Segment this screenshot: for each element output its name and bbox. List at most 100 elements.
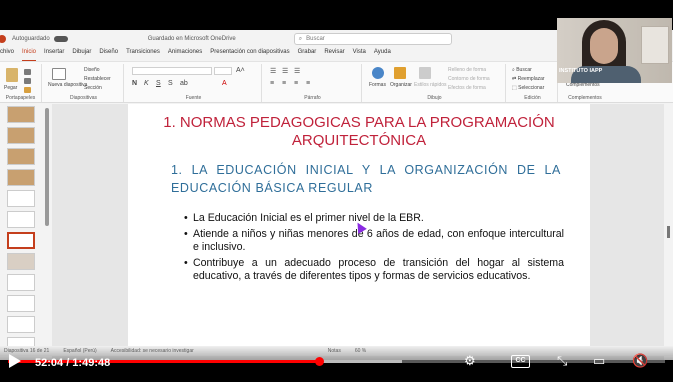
tab-transiciones[interactable]: Transiciones bbox=[126, 49, 160, 61]
play-icon[interactable] bbox=[9, 354, 21, 368]
slide-thumbnail[interactable] bbox=[7, 190, 35, 207]
select-label: Seleccionar bbox=[518, 85, 545, 91]
bullet-list[interactable]: La Educación Inicial es el primer nivel … bbox=[184, 212, 564, 286]
justify-icon[interactable]: ≡ bbox=[306, 80, 310, 87]
copy-icon[interactable] bbox=[24, 78, 31, 84]
slide-thumbnail[interactable] bbox=[7, 295, 35, 312]
slide-thumbnail[interactable] bbox=[7, 169, 35, 186]
video-player[interactable]: Autoguardado Guardado en Microsoft OneDr… bbox=[0, 0, 673, 382]
tab-dibujar[interactable]: Dibujar bbox=[72, 49, 91, 61]
document-name[interactable]: Guardado en Microsoft OneDrive bbox=[148, 36, 236, 42]
slide-thumbnail[interactable] bbox=[7, 211, 35, 228]
indent-icon[interactable]: ☰ bbox=[294, 67, 300, 75]
new-slide-icon[interactable] bbox=[52, 68, 66, 80]
grow-font-icon[interactable]: A˄ bbox=[236, 67, 245, 74]
align-center-icon[interactable]: ≡ bbox=[282, 80, 286, 87]
tab-inicio[interactable]: Inicio bbox=[22, 49, 37, 61]
strikethrough-icon[interactable]: ab bbox=[180, 80, 188, 87]
bold-icon[interactable]: N bbox=[132, 80, 137, 87]
section-button[interactable]: Sección bbox=[84, 85, 102, 91]
search-box[interactable]: ⌕ Buscar bbox=[293, 33, 452, 45]
powerpoint-logo-icon bbox=[0, 35, 6, 43]
tab-vista[interactable]: Vista bbox=[353, 49, 366, 61]
slide-subtitle[interactable]: 1. LA EDUCACIÓN INICIAL Y LA ORGANIZACIÓ… bbox=[171, 161, 561, 197]
tab-diseño[interactable]: Diseño bbox=[99, 49, 118, 61]
shapes-label: Formas bbox=[369, 82, 386, 88]
slide[interactable]: 1. NORMAS PEDAGOGICAS PARA LA PROGRAMACI… bbox=[128, 104, 590, 350]
webcam-overlay: INSTITUTO IAPP bbox=[557, 18, 672, 83]
miniplayer-icon[interactable]: ⤡ bbox=[557, 354, 567, 368]
align-right-icon[interactable]: ≡ bbox=[294, 80, 298, 87]
font-group: A˄ N K S S ab A Fuente bbox=[126, 64, 262, 102]
slide-thumbnail[interactable] bbox=[7, 106, 35, 123]
tab-chivo[interactable]: chivo bbox=[0, 49, 14, 61]
cut-icon[interactable] bbox=[24, 69, 31, 75]
bullet-item: Atiende a niños y niñas menores de 6 año… bbox=[184, 228, 564, 254]
font-name-dropdown[interactable] bbox=[132, 67, 212, 75]
tab-presentación-con-diapositivas[interactable]: Presentación con diapositivas bbox=[210, 49, 289, 61]
font-size-dropdown[interactable] bbox=[214, 67, 232, 75]
italic-icon[interactable]: K bbox=[144, 80, 149, 87]
shapes-icon[interactable] bbox=[372, 67, 384, 79]
editing-group: ⌕ Buscar ⇄ Reemplazar ⬚ Seleccionar Edic… bbox=[508, 64, 558, 102]
search-placeholder: Buscar bbox=[306, 36, 325, 42]
mute-icon[interactable]: 🔇 bbox=[632, 354, 648, 368]
slide-thumbnail[interactable] bbox=[7, 253, 35, 270]
group-label-paragraph: Párrafo bbox=[304, 95, 321, 101]
slide-scrollbar[interactable] bbox=[664, 104, 673, 360]
find-label: Buscar bbox=[516, 67, 532, 73]
webcam-shelf bbox=[641, 26, 669, 64]
replace-label: Reemplazar bbox=[517, 76, 545, 82]
group-label-editing: Edición bbox=[524, 95, 541, 101]
scrollbar-thumb[interactable] bbox=[667, 226, 670, 238]
group-label-addins: Complementos bbox=[568, 95, 602, 101]
underline-icon[interactable]: S bbox=[156, 80, 161, 87]
slide-thumbnail[interactable] bbox=[7, 232, 35, 249]
thumbnails-scrollbar[interactable] bbox=[45, 108, 49, 226]
tab-animaciones[interactable]: Animaciones bbox=[168, 49, 202, 61]
time-display: 52:04 / 1:49:48 bbox=[35, 357, 111, 369]
reset-button[interactable]: Restablecer bbox=[84, 76, 111, 82]
quick-styles-icon[interactable] bbox=[419, 67, 431, 79]
layout-button[interactable]: Diseño bbox=[84, 67, 100, 73]
shape-fill-button[interactable]: Relleno de forma bbox=[448, 67, 486, 73]
group-label-font: Fuente bbox=[185, 95, 202, 101]
slide-thumbnail[interactable] bbox=[7, 316, 35, 333]
theater-icon[interactable]: ▭ bbox=[593, 354, 605, 368]
quick-styles-label: Estilos rápidos bbox=[414, 82, 447, 88]
tab-ayuda[interactable]: Ayuda bbox=[374, 49, 391, 61]
tab-insertar[interactable]: Insertar bbox=[44, 49, 64, 61]
drawing-group: Formas Organizar Estilos rápidos Relleno… bbox=[364, 64, 506, 102]
format-painter-icon[interactable] bbox=[24, 87, 31, 93]
replace-button[interactable]: ⇄ Reemplazar bbox=[512, 76, 545, 82]
arrange-icon[interactable] bbox=[394, 67, 406, 79]
paste-icon[interactable] bbox=[6, 68, 18, 82]
slides-group: Nueva diapositiva Diseño Restablecer Sec… bbox=[44, 64, 124, 102]
select-button[interactable]: ⬚ Seleccionar bbox=[512, 85, 544, 91]
webcam-person-face bbox=[590, 28, 618, 64]
shadow-icon[interactable]: S bbox=[168, 80, 173, 87]
tab-grabar[interactable]: Grabar bbox=[298, 49, 317, 61]
align-left-icon[interactable]: ≡ bbox=[270, 80, 274, 87]
slide-title[interactable]: 1. NORMAS PEDAGOGICAS PARA LA PROGRAMACI… bbox=[128, 114, 590, 150]
bullet-item: La Educación Inicial es el primer nivel … bbox=[184, 212, 564, 225]
numbering-icon[interactable]: ☰ bbox=[282, 67, 288, 75]
webcam-label: INSTITUTO IAPP bbox=[559, 68, 603, 74]
group-label-slides: Diapositivas bbox=[70, 95, 97, 101]
slide-canvas-area: 1. NORMAS PEDAGOGICAS PARA LA PROGRAMACI… bbox=[52, 104, 665, 360]
font-color-icon[interactable]: A bbox=[222, 80, 227, 87]
shape-effects-button[interactable]: Efectos de forma bbox=[448, 85, 486, 91]
arrange-label: Organizar bbox=[390, 82, 412, 88]
bullets-icon[interactable]: ☰ bbox=[270, 67, 276, 75]
tab-revisar[interactable]: Revisar bbox=[324, 49, 344, 61]
slide-thumbnail[interactable] bbox=[7, 148, 35, 165]
bullet-item: Contribuye a un adecuado proceso de tran… bbox=[184, 257, 564, 283]
settings-icon[interactable]: ⚙ bbox=[464, 354, 476, 368]
shape-outline-button[interactable]: Contorno de forma bbox=[448, 76, 490, 82]
autosave-toggle[interactable] bbox=[53, 36, 68, 42]
find-button[interactable]: ⌕ Buscar bbox=[512, 67, 532, 73]
slide-thumbnail[interactable] bbox=[7, 127, 35, 144]
slide-thumbnail[interactable] bbox=[7, 274, 35, 291]
group-label-drawing: Dibujo bbox=[427, 95, 442, 101]
cc-icon[interactable]: CC bbox=[511, 355, 530, 368]
